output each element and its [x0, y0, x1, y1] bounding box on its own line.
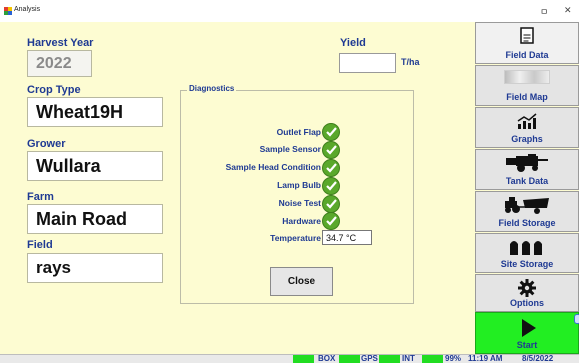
farm-field[interactable]: Main Road [27, 204, 163, 234]
sidebar-item-label: Field Storage [498, 218, 556, 228]
field-field[interactable]: rays [27, 253, 163, 283]
gear-icon [518, 279, 536, 297]
diagnostics-panel: Diagnostics Outlet Flap Sample Sensor Sa… [180, 84, 414, 304]
temperature-label: Temperature [270, 233, 321, 243]
sidebar: Field Data Field Map Graphs Tank Data Fi… [474, 22, 579, 354]
sidebar-item-label: Graphs [511, 134, 543, 144]
grower-label: Grower [27, 138, 66, 150]
restore-button[interactable]: ㅁ [540, 5, 548, 18]
sidebar-item-label: Site Storage [500, 259, 554, 269]
diag-label-outlet-flap: Outlet Flap [276, 127, 321, 137]
start-label: Start [516, 340, 538, 350]
check-icon [322, 123, 340, 141]
gps-status-text: GPS [361, 354, 378, 363]
diag-label-hardware: Hardware [282, 216, 321, 226]
tractor-trailer-icon [505, 197, 549, 214]
int-status-indicator [379, 355, 400, 363]
close-window-button[interactable]: ✕ [564, 5, 572, 16]
sidebar-item-field-map[interactable]: Field Map [475, 65, 579, 106]
check-icon [322, 212, 340, 230]
check-icon [322, 141, 340, 159]
crop-type-field[interactable]: Wheat19H [27, 97, 163, 127]
window-title: Analysis [14, 6, 41, 13]
box-status-text: BOX [318, 354, 336, 363]
diagnostics-title: Diagnostics [187, 84, 237, 93]
sidebar-item-field-storage[interactable]: Field Storage [475, 191, 579, 232]
sidebar-item-label: Field Map [506, 92, 548, 102]
harvest-year-label: Harvest Year [27, 37, 94, 49]
title-bar: Analysis ㅁ ✕ [0, 0, 579, 22]
gps-status-indicator [339, 355, 360, 363]
sidebar-item-site-storage[interactable]: Site Storage [475, 233, 579, 273]
map-icon [504, 70, 550, 84]
sidebar-item-field-data[interactable]: Field Data [475, 22, 579, 64]
box-status-indicator [293, 355, 314, 363]
yield-label: Yield [340, 37, 366, 49]
chart-icon [517, 113, 537, 129]
battery-status-indicator [422, 355, 443, 363]
check-icon [322, 195, 340, 213]
check-icon [322, 177, 340, 195]
app-icon [4, 7, 12, 15]
yield-field[interactable] [339, 53, 396, 73]
harvest-year-field[interactable]: 2022 [27, 50, 92, 77]
main-panel: Harvest Year 2022 Crop Type Wheat19H Gro… [0, 22, 474, 354]
crop-type-label: Crop Type [27, 84, 81, 96]
temperature-field: 34.7 °C [322, 230, 372, 245]
sidebar-item-label: Tank Data [505, 176, 549, 186]
check-icon [322, 159, 340, 177]
sidebar-item-options[interactable]: Options [475, 274, 579, 312]
sidebar-item-graphs[interactable]: Graphs [475, 107, 579, 148]
clock-date: 8/5/2022 [522, 354, 554, 363]
sidebar-item-label: Field Data [505, 50, 549, 60]
diag-label-sample-head-condition: Sample Head Condition [225, 162, 321, 172]
silos-icon [510, 241, 542, 255]
clock-time: 11:19 AM [468, 354, 503, 363]
harvester-icon [506, 154, 548, 172]
battery-text: 99% [445, 354, 462, 363]
diag-label-sample-sensor: Sample Sensor [259, 144, 321, 154]
diag-label-lamp-bulb: Lamp Bulb [277, 180, 321, 190]
int-status-text: INT [402, 354, 415, 363]
diag-label-noise-test: Noise Test [278, 198, 321, 208]
play-icon [522, 319, 536, 337]
device-icon[interactable] [574, 314, 579, 324]
document-icon [520, 27, 534, 44]
farm-label: Farm [27, 191, 54, 203]
field-label: Field [27, 239, 53, 251]
status-bar: BOX GPS INT 99% 11:19 AM 8/5/2022 [0, 354, 579, 363]
sidebar-item-label: Options [510, 298, 544, 308]
grower-field[interactable]: Wullara [27, 151, 163, 181]
close-button[interactable]: Close [270, 267, 333, 296]
yield-unit: T/ha [401, 57, 420, 67]
sidebar-item-tank-data[interactable]: Tank Data [475, 149, 579, 190]
start-button[interactable]: Start [475, 312, 579, 354]
